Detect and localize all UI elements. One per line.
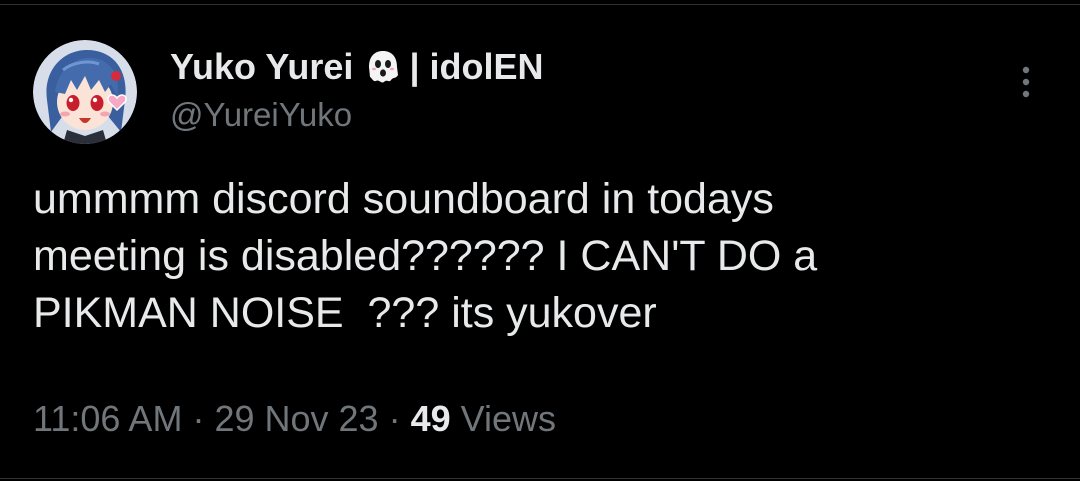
- tweet-text: ummmm discord soundboard in todays meeti…: [33, 171, 1043, 342]
- tweet-text-line: ummmm discord soundboard in todays: [33, 175, 774, 223]
- views-count[interactable]: 49: [411, 398, 451, 439]
- more-options-icon[interactable]: [1008, 60, 1044, 104]
- top-divider: [0, 4, 1080, 5]
- meta-separator: ·: [388, 398, 401, 439]
- meta-separator: ·: [192, 398, 205, 439]
- views-label[interactable]: Views: [461, 398, 556, 439]
- tweet-date[interactable]: 29 Nov 23: [214, 398, 378, 439]
- anime-avatar-icon: [33, 40, 137, 144]
- tweet-header: Yuko Yurei | idolEN @YureiYuko: [170, 44, 544, 134]
- tweet-time[interactable]: 11:06 AM: [33, 398, 182, 439]
- author-handle[interactable]: @YureiYuko: [170, 96, 544, 134]
- tweet-text-line: meeting is disabled?????? I CAN'T DO a: [33, 232, 818, 280]
- ghost-icon: [363, 47, 403, 87]
- display-name: Yuko Yurei: [170, 46, 354, 87]
- tweet-metadata: 11:06 AM · 29 Nov 23 · 49 Views: [33, 398, 556, 440]
- avatar[interactable]: [33, 40, 137, 144]
- tweet-text-line: PIKMAN NOISE ??? its yukover: [33, 289, 657, 337]
- author-name-row[interactable]: Yuko Yurei | idolEN: [170, 44, 544, 90]
- bottom-divider: [0, 478, 1080, 479]
- author-affiliation: | idolEN: [409, 46, 544, 87]
